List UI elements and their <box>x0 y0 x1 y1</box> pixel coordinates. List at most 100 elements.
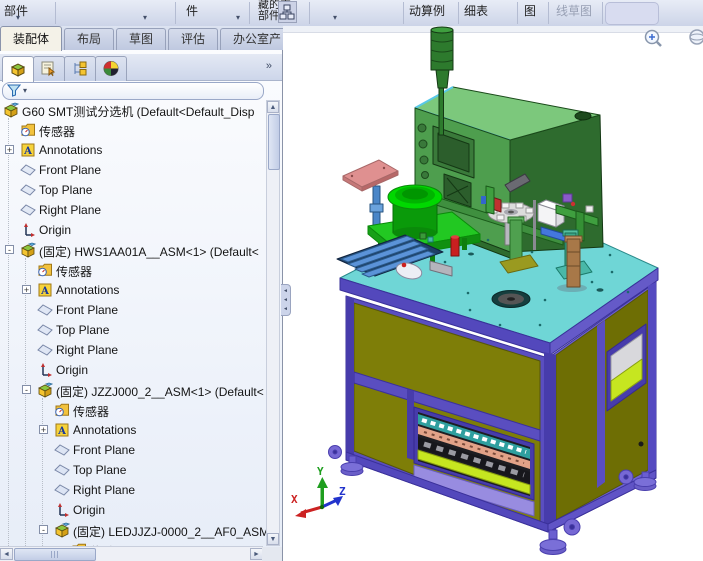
annotations-icon: A <box>20 142 36 158</box>
filter-bar[interactable]: ▾ <box>2 82 264 100</box>
tree-item-label[interactable]: 传感器 <box>56 263 92 280</box>
assembly-icon <box>3 102 20 118</box>
tree-item-label[interactable]: Origin <box>73 503 105 517</box>
tree-row[interactable]: 传感器 <box>0 260 266 280</box>
tree-item-label[interactable]: Right Plane <box>39 203 101 217</box>
tree-row[interactable]: Origin <box>0 220 266 240</box>
annotations-icon: A <box>37 282 53 298</box>
tree-item-label[interactable]: Front Plane <box>39 163 101 177</box>
tree-row[interactable]: G60 SMT测试分选机 (Default<Default_Disp <box>0 100 266 120</box>
tree-row[interactable]: + A Annotations <box>0 420 266 440</box>
tree-row[interactable]: Right Plane <box>0 480 266 500</box>
manager-tabs-overflow[interactable]: » <box>266 60 272 72</box>
tree-row[interactable]: Front Plane <box>0 300 266 320</box>
featuremanager-panel: » ▾ G60 SMT测试分选机 (Default<Default_Disp 传感… <box>0 50 283 561</box>
z-axis-label: Z <box>339 485 346 498</box>
filter-dropdown-arrow[interactable]: ▾ <box>23 86 27 95</box>
scrollbar-corner <box>262 547 282 561</box>
svg-text:A: A <box>23 146 32 157</box>
scroll-down-button[interactable]: ▼ <box>267 533 279 545</box>
tree-item-label[interactable]: (固定) LEDJJZJ-0000_2__AF0_ASM <box>73 523 266 540</box>
tree-item-label[interactable]: Annotations <box>56 283 119 297</box>
tree-row[interactable]: 传感器 <box>0 400 266 420</box>
sensor-icon <box>54 402 70 418</box>
viewport-tools[interactable] <box>644 29 703 47</box>
tree-item-label[interactable]: Origin <box>56 363 88 377</box>
tree-row[interactable]: - (固定) JZZJ000_2__ASM<1> (Default< <box>0 380 266 400</box>
x-axis-label: X <box>291 493 298 506</box>
tree-item-label[interactable]: Top Plane <box>56 323 109 337</box>
tree-item-label[interactable]: Right Plane <box>73 483 135 497</box>
tree-item-label[interactable]: Top Plane <box>39 183 92 197</box>
zoom-icon[interactable] <box>644 29 662 47</box>
sensor-icon <box>20 122 36 138</box>
plane-icon <box>54 462 70 478</box>
tree-item-label[interactable]: G60 SMT测试分选机 (Default<Default_Disp <box>22 103 254 120</box>
tree-item-label[interactable]: (固定) HWS1AA01A__ASM<1> (Default< <box>39 243 259 260</box>
tree-row[interactable]: Top Plane <box>0 460 266 480</box>
tree-row[interactable]: Front Plane <box>0 160 266 180</box>
configuration-manager-tab[interactable] <box>64 56 96 81</box>
tree-row[interactable]: + A Annotations <box>0 280 266 300</box>
tab-装配体[interactable]: 装配体 <box>0 26 63 51</box>
scroll-up-button[interactable]: ▲ <box>267 101 279 113</box>
tree-item-label[interactable]: Origin <box>39 223 71 237</box>
svg-text:A: A <box>40 286 49 297</box>
rotate-view-icon[interactable] <box>689 29 703 45</box>
machine-model[interactable] <box>328 26 659 555</box>
tree-row[interactable]: Origin <box>0 360 266 380</box>
tree-item-label[interactable]: Front Plane <box>73 443 135 457</box>
tree-item-label[interactable]: Right Plane <box>56 343 118 357</box>
collapse-icon[interactable]: - <box>5 245 14 255</box>
property-manager-tab[interactable] <box>33 56 65 81</box>
tree-item-label[interactable]: Top Plane <box>73 463 126 477</box>
tree-row[interactable]: Right Plane <box>0 340 266 360</box>
expand-icon[interactable]: + <box>39 425 48 435</box>
plane-icon <box>54 482 70 498</box>
feature-tree: G60 SMT测试分选机 (Default<Default_Disp 传感器 + A A… <box>0 100 266 546</box>
tree-horizontal-scrollbar[interactable]: ◄ ► <box>0 546 263 561</box>
plane-icon <box>54 442 70 458</box>
plane-icon <box>37 342 53 358</box>
tree-row[interactable]: Right Plane <box>0 200 266 220</box>
plane-icon <box>20 182 36 198</box>
tree-item-label[interactable]: 传感器 <box>39 123 75 140</box>
annotations-icon: A <box>54 422 70 438</box>
tree-row[interactable]: Front Plane <box>0 440 266 460</box>
origin-icon <box>54 502 70 518</box>
tree-item-label[interactable]: 传感器 <box>73 403 109 420</box>
vertical-scroll-thumb[interactable] <box>268 114 280 170</box>
y-axis-label: Y <box>317 465 324 478</box>
tree-row[interactable]: Top Plane <box>0 180 266 200</box>
display-manager-tab[interactable] <box>95 56 127 81</box>
tree-item-label[interactable]: Front Plane <box>56 303 118 317</box>
plane-icon <box>37 302 53 318</box>
tree-item-label[interactable]: (固定) JZZJ000_2__ASM<1> (Default< <box>56 383 264 400</box>
graphics-viewport[interactable]: X Y Z <box>283 26 703 561</box>
plane-icon <box>37 322 53 338</box>
horizontal-scroll-thumb[interactable] <box>14 548 96 561</box>
origin-icon <box>20 222 36 238</box>
tree-row[interactable]: + A Annotations <box>0 140 266 160</box>
collapse-icon[interactable]: - <box>22 385 31 395</box>
feature-manager-tab[interactable] <box>2 56 34 82</box>
assembly-icon <box>37 382 54 398</box>
expand-icon[interactable]: + <box>22 285 31 295</box>
panel-splitter[interactable]: ◄ ◄ ◄ <box>281 284 291 316</box>
plane-icon <box>20 202 36 218</box>
tree-item-label[interactable]: Annotations <box>73 423 136 437</box>
filter-funnel-icon <box>7 84 21 97</box>
tree-vertical-scrollbar[interactable]: ▲ ▼ <box>266 100 280 546</box>
manager-tab-bar: » <box>0 54 282 82</box>
tree-row[interactable]: - (固定) LEDJJZJ-0000_2__AF0_ASM <box>0 520 266 540</box>
assembly-icon <box>54 522 71 538</box>
tree-row[interactable]: 传感器 <box>0 120 266 140</box>
tree-item-label[interactable]: Annotations <box>39 143 102 157</box>
tree-row[interactable]: - (固定) HWS1AA01A__ASM<1> (Default< <box>0 240 266 260</box>
tree-row[interactable]: Origin <box>0 500 266 520</box>
collapse-icon[interactable]: - <box>39 525 48 535</box>
scroll-left-button[interactable]: ◄ <box>0 548 13 560</box>
tree-row[interactable]: Top Plane <box>0 320 266 340</box>
expand-icon[interactable]: + <box>5 145 14 155</box>
assembly-icon <box>20 242 37 258</box>
